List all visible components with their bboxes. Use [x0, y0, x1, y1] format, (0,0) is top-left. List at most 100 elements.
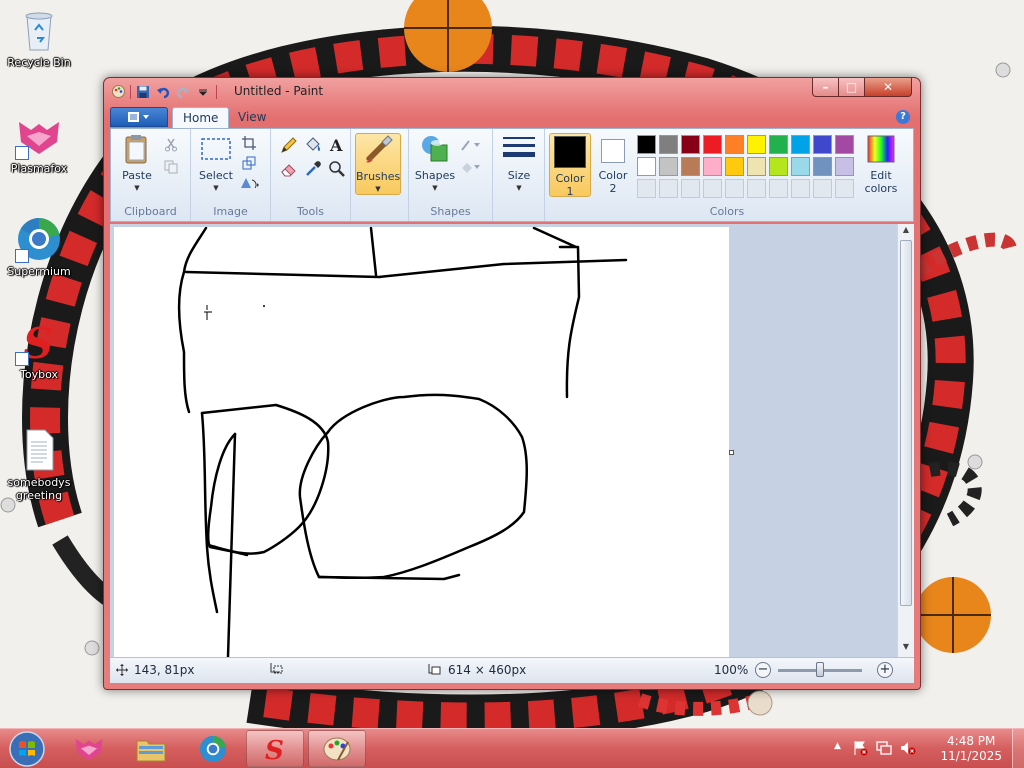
palette-custom-swatch[interactable]	[791, 179, 810, 198]
palette-color-swatch[interactable]	[703, 135, 722, 154]
palette-color-swatch[interactable]	[637, 157, 656, 176]
scroll-down-icon[interactable]: ▼	[898, 642, 914, 656]
canvas-resize-handle-right[interactable]	[729, 450, 734, 455]
fill-icon[interactable]	[459, 157, 483, 177]
color2-button[interactable]: Color 2	[593, 133, 633, 195]
desktop-icon-recycle-bin[interactable]: Recycle Bin	[4, 6, 74, 69]
shapes-icon	[419, 133, 451, 165]
tab-home[interactable]: Home	[172, 107, 230, 128]
volume-muted-icon[interactable]	[900, 740, 916, 759]
shapes-button[interactable]: Shapes ▼	[413, 133, 457, 195]
customize-qat-icon[interactable]	[194, 83, 211, 100]
palette-custom-swatch[interactable]	[725, 179, 744, 198]
scrollbar-thumb[interactable]	[900, 240, 912, 606]
taskbar-toybox-button[interactable]: S	[246, 730, 304, 767]
crop-icon[interactable]	[239, 133, 259, 153]
minimize-button[interactable]: –	[812, 78, 839, 97]
palette-color-swatch[interactable]	[769, 157, 788, 176]
windows-start-icon	[9, 731, 45, 767]
zoom-in-button[interactable]: +	[877, 662, 893, 678]
palette-custom-swatch[interactable]	[681, 179, 700, 198]
taskbar-clock[interactable]: 4:48 PM 11/1/2025	[940, 734, 1002, 764]
palette-color-swatch[interactable]	[725, 157, 744, 176]
edit-colors-button[interactable]: Edit colors	[859, 133, 903, 195]
action-center-flag-icon[interactable]	[852, 740, 868, 759]
maximize-button[interactable]: □	[838, 78, 865, 97]
palette-custom-swatch[interactable]	[813, 179, 832, 198]
zoom-out-button[interactable]: −	[755, 662, 771, 678]
select-button[interactable]: Select ▼	[197, 133, 235, 195]
palette-color-swatch[interactable]	[813, 157, 832, 176]
palette-color-swatch[interactable]	[791, 157, 810, 176]
rotate-icon[interactable]	[237, 173, 263, 193]
size-label: Size	[507, 169, 531, 182]
palette-color-swatch[interactable]	[791, 135, 810, 154]
close-button[interactable]: ✕	[864, 78, 912, 97]
help-icon[interactable]: ?	[896, 110, 910, 124]
palette-color-swatch[interactable]	[747, 157, 766, 176]
drawing-stroke	[317, 393, 528, 580]
palette-custom-swatch[interactable]	[659, 179, 678, 198]
recycle-bin-icon	[15, 6, 63, 54]
redo-icon[interactable]	[174, 83, 191, 100]
selection-size-icon	[270, 663, 283, 674]
save-icon[interactable]	[134, 83, 151, 100]
drawing-canvas[interactable]	[114, 226, 729, 657]
palette-color-swatch[interactable]	[703, 157, 722, 176]
palette-custom-swatch[interactable]	[637, 179, 656, 198]
network-icon[interactable]	[876, 740, 892, 759]
outline-icon[interactable]	[459, 135, 483, 155]
undo-icon[interactable]	[154, 83, 171, 100]
palette-custom-swatch[interactable]	[769, 179, 788, 198]
desktop-icon-supermium[interactable]: Supermium	[4, 215, 74, 278]
show-desktop-button[interactable]	[1012, 729, 1024, 768]
group-shapes: Shapes ▼ Shapes	[409, 129, 493, 221]
cut-icon[interactable]	[161, 135, 181, 155]
paint-menu-button[interactable]	[110, 107, 168, 127]
brushes-button[interactable]: Brushes ▼	[355, 133, 401, 195]
line-size-icon	[503, 133, 535, 165]
palette-color-swatch[interactable]	[637, 135, 656, 154]
size-button[interactable]: Size ▼	[499, 133, 539, 195]
palette-color-swatch[interactable]	[659, 135, 678, 154]
paint-app-icon[interactable]	[110, 83, 127, 100]
text-tool-icon[interactable]: A	[327, 135, 347, 155]
pencil-icon[interactable]	[279, 135, 299, 155]
color1-button[interactable]: Color 1	[549, 133, 591, 198]
scroll-up-icon[interactable]: ▲	[898, 225, 914, 239]
taskbar-paint-button[interactable]	[308, 730, 366, 767]
color2-label: Color	[598, 169, 628, 182]
palette-color-swatch[interactable]	[725, 135, 744, 154]
taskbar-file-explorer-button[interactable]	[122, 730, 180, 767]
taskbar-plasmafox-button[interactable]	[60, 730, 118, 767]
show-hidden-icons-icon[interactable]: ▲	[834, 741, 841, 751]
palette-color-swatch[interactable]	[681, 135, 700, 154]
title-bar[interactable]: Untitled - Paint – □ ✕	[104, 78, 920, 105]
palette-custom-swatch[interactable]	[747, 179, 766, 198]
copy-icon[interactable]	[161, 157, 181, 177]
palette-color-swatch[interactable]	[681, 157, 700, 176]
palette-custom-swatch[interactable]	[835, 179, 854, 198]
desktop-icon-toybox[interactable]: S Toybox	[4, 318, 74, 381]
tab-view[interactable]: View	[228, 107, 276, 128]
palette-color-swatch[interactable]	[813, 135, 832, 154]
desktop-icon-text-file[interactable]: somebodys greeting	[4, 426, 74, 502]
palette-color-swatch[interactable]	[747, 135, 766, 154]
palette-color-swatch[interactable]	[659, 157, 678, 176]
magnifier-icon[interactable]	[327, 159, 347, 179]
taskbar-supermium-button[interactable]	[184, 730, 242, 767]
color-picker-icon[interactable]	[303, 159, 323, 179]
paste-button[interactable]: Paste ▼	[117, 133, 157, 195]
fill-bucket-icon[interactable]	[303, 135, 323, 155]
desktop-icon-plasmafox[interactable]: Plasmafox	[4, 112, 74, 175]
palette-custom-swatch[interactable]	[703, 179, 722, 198]
palette-color-swatch[interactable]	[835, 135, 854, 154]
resize-icon[interactable]	[239, 153, 259, 173]
palette-color-swatch[interactable]	[769, 135, 788, 154]
start-button[interactable]	[5, 730, 49, 768]
vertical-scrollbar[interactable]: ▲ ▼	[897, 224, 914, 657]
text-file-icon	[15, 426, 63, 474]
palette-color-swatch[interactable]	[835, 157, 854, 176]
zoom-slider-thumb[interactable]	[816, 662, 824, 677]
eraser-icon[interactable]	[279, 159, 299, 179]
